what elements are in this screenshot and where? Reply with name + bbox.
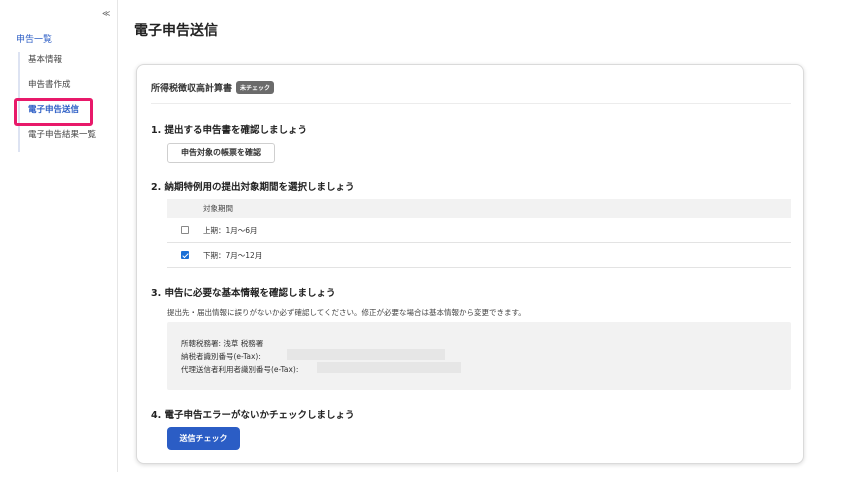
- checkbox-second-half[interactable]: [181, 251, 189, 259]
- step3-description: 提出先・届出情報に誤りがないか必ず確認してください。修正が必要な場合は基本情報か…: [167, 308, 526, 317]
- step1-title: 1. 提出する申告書を確認しましょう: [151, 125, 308, 136]
- taxpayer-id-redacted: [287, 349, 445, 360]
- send-check-button[interactable]: 送信チェック: [167, 427, 240, 450]
- active-item-highlight: [14, 98, 93, 126]
- basic-info-box: 所轄税務署: 浅草 税務署 納税者識別番号(e-Tax): 代理送信者利用者識別…: [167, 322, 791, 390]
- step2-title: 2. 納期特例用の提出対象期間を選択しましょう: [151, 182, 355, 193]
- status-badge: 未チェック: [236, 81, 275, 94]
- document-name: 所得税徴収高計算書: [151, 84, 233, 94]
- period-table: 対象期間 上期：1月〜6月 下期：7月〜12月: [167, 199, 791, 268]
- sidebar-item-basic-info[interactable]: 基本情報: [20, 52, 113, 77]
- period-label-second-half: 下期：7月〜12月: [203, 250, 263, 260]
- card-header: 所得税徴収高計算書 未チェック: [151, 81, 275, 94]
- collapse-sidebar-icon[interactable]: ≪: [102, 9, 110, 18]
- nav-parent-report-list[interactable]: 申告一覧: [16, 32, 52, 45]
- sidebar: ≪ 申告一覧 基本情報 申告書作成 電子申告送信 電子申告結果一覧: [0, 0, 118, 472]
- step4-title: 4. 電子申告エラーがないかチェックしましょう: [151, 410, 355, 421]
- period-table-header: 対象期間: [167, 199, 791, 218]
- confirm-forms-button[interactable]: 申告対象の帳票を確認: [167, 143, 275, 163]
- divider: [151, 103, 791, 104]
- e-filing-card: 所得税徴収高計算書 未チェック 1. 提出する申告書を確認しましょう 申告対象の…: [136, 64, 804, 464]
- period-row-second-half[interactable]: 下期：7月〜12月: [167, 243, 791, 268]
- tax-office: 所轄税務署: 浅草 税務署: [181, 339, 264, 348]
- period-row-first-half[interactable]: 上期：1月〜6月: [167, 218, 791, 243]
- period-label-first-half: 上期：1月〜6月: [203, 225, 258, 235]
- taxpayer-id-label: 納税者識別番号(e-Tax):: [181, 352, 261, 361]
- agent-id-redacted: [317, 362, 461, 373]
- checkbox-first-half[interactable]: [181, 226, 189, 234]
- sidebar-item-e-filing-results[interactable]: 電子申告結果一覧: [20, 127, 113, 152]
- step3-title: 3. 申告に必要な基本情報を確認しましょう: [151, 288, 336, 299]
- agent-id-label: 代理送信者利用者識別番号(e-Tax):: [181, 365, 299, 374]
- page-title: 電子申告送信: [134, 23, 218, 39]
